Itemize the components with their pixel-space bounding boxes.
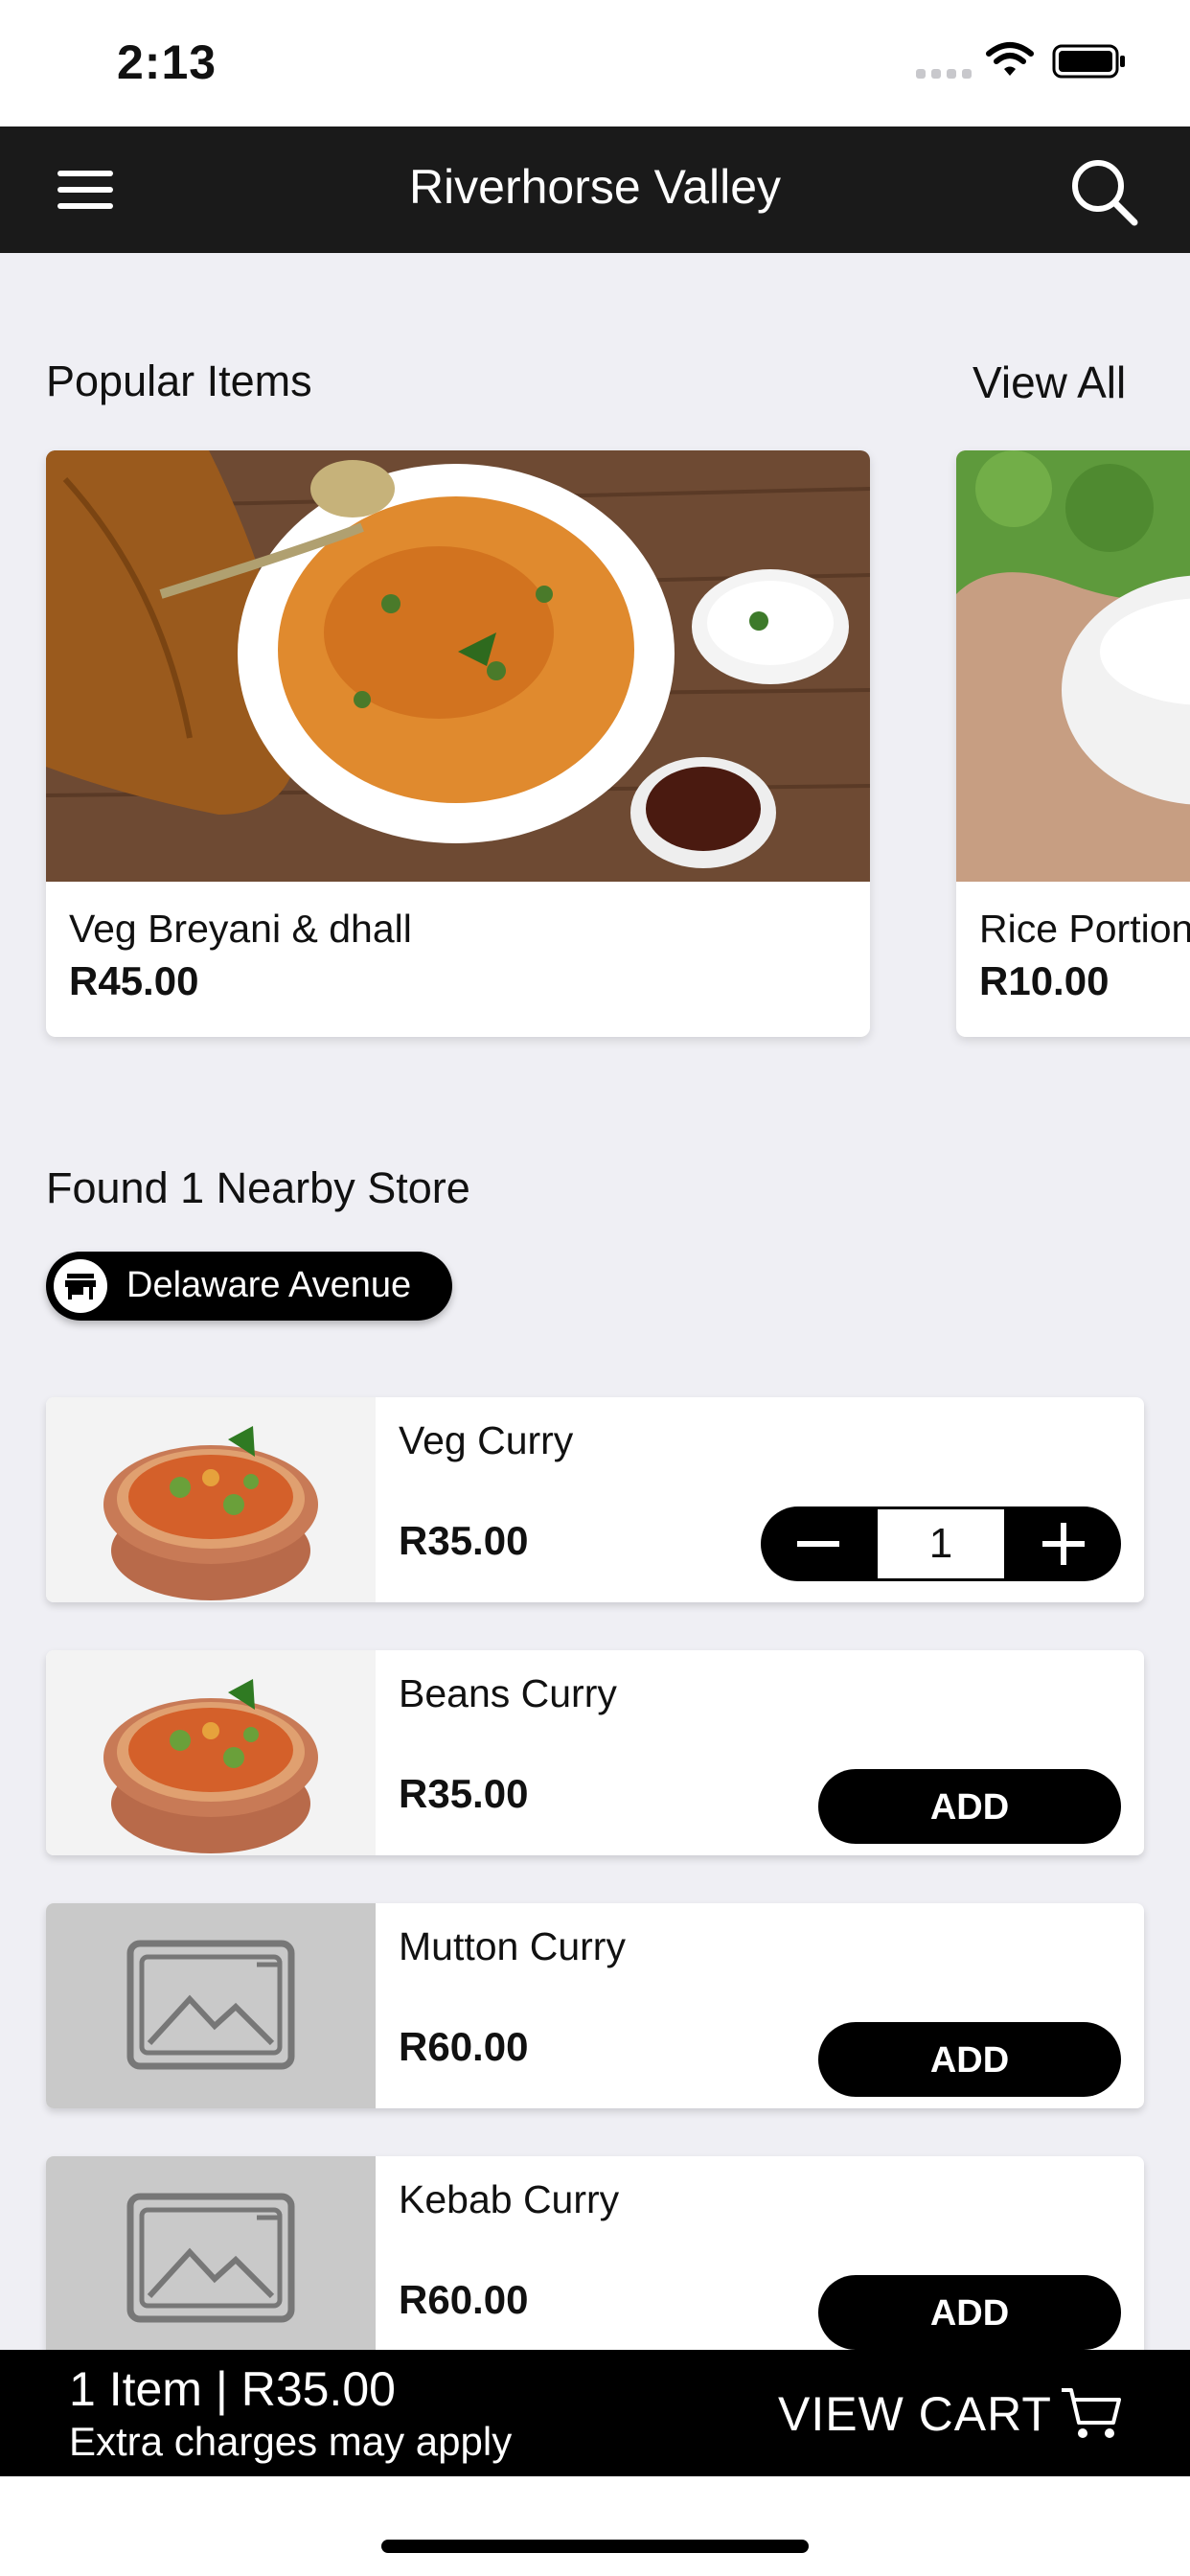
item-price: R60.00	[399, 2024, 529, 2069]
cart-summary: 1 Item | R35.00	[69, 2362, 396, 2416]
nearby-store-title: Found 1 Nearby Store	[46, 1163, 470, 1212]
list-item: Kebab Curry R60.00 ADD	[46, 2156, 1144, 2361]
popular-item-price: R10.00	[979, 958, 1110, 1003]
cart-note: Extra charges may apply	[69, 2419, 513, 2464]
add-button[interactable]: ADD	[818, 1769, 1121, 1844]
home-indicator[interactable]	[381, 2540, 809, 2553]
image-placeholder	[46, 1903, 376, 2108]
add-button[interactable]: ADD	[818, 2275, 1121, 2350]
item-price: R60.00	[399, 2277, 529, 2322]
popular-item-card[interactable]: Veg Breyani & dhall R45.00	[46, 450, 870, 1037]
item-name: Beans Curry	[399, 1671, 617, 1715]
home-bar	[0, 2476, 1190, 2576]
increment-button[interactable]	[1006, 1506, 1121, 1581]
popular-item-name: Rice Portion	[979, 907, 1190, 951]
status-time: 2:13	[117, 35, 217, 89]
battery-icon	[1052, 44, 1125, 79]
quantity-value: 1	[878, 1509, 1004, 1578]
breyani-dish-image	[46, 450, 870, 882]
item-name: Veg Curry	[399, 1418, 574, 1462]
store-chip[interactable]: Delaware Avenue	[46, 1252, 452, 1321]
rice-portion-image	[956, 450, 1190, 882]
item-name: Kebab Curry	[399, 2177, 620, 2221]
image-placeholder	[46, 2156, 376, 2361]
popular-item-card[interactable]: Rice Portion R10.00	[956, 450, 1190, 1037]
store-name: Delaware Avenue	[126, 1265, 412, 1305]
list-item: Beans Curry R35.00 ADD	[46, 1650, 1144, 1855]
signal-icon	[916, 69, 972, 79]
cart-bar: 1 Item | R35.00 Extra charges may apply …	[0, 2350, 1190, 2476]
list-item: Veg Curry R35.00 1	[46, 1397, 1144, 1602]
item-name: Mutton Curry	[399, 1924, 626, 1968]
quantity-stepper[interactable]: 1	[761, 1506, 1121, 1581]
item-price: R35.00	[399, 1518, 529, 1563]
app-header: Riverhorse Valley	[0, 126, 1190, 253]
store-icon	[54, 1259, 107, 1313]
image-placeholder-icon	[126, 2193, 295, 2323]
status-bar: 2:13	[0, 0, 1190, 126]
veg-curry-image	[46, 1397, 376, 1602]
wifi-icon	[986, 42, 1034, 76]
list-item: Mutton Curry R60.00 ADD	[46, 1903, 1144, 2108]
view-cart-button[interactable]: VIEW CART	[778, 2386, 1052, 2442]
beans-curry-image	[46, 1650, 376, 1855]
add-button[interactable]: ADD	[818, 2022, 1121, 2097]
image-placeholder-icon	[126, 1940, 295, 2070]
page-title: Riverhorse Valley	[408, 160, 782, 214]
popular-item-name: Veg Breyani & dhall	[69, 907, 412, 951]
search-icon[interactable]	[1065, 153, 1142, 230]
popular-item-price: R45.00	[69, 958, 199, 1003]
item-price: R35.00	[399, 1771, 529, 1816]
popular-items-title: Popular Items	[46, 356, 312, 405]
decrement-button[interactable]	[761, 1506, 876, 1581]
cart-icon[interactable]	[1060, 2384, 1123, 2442]
view-all-link[interactable]: View All	[973, 356, 1126, 408]
